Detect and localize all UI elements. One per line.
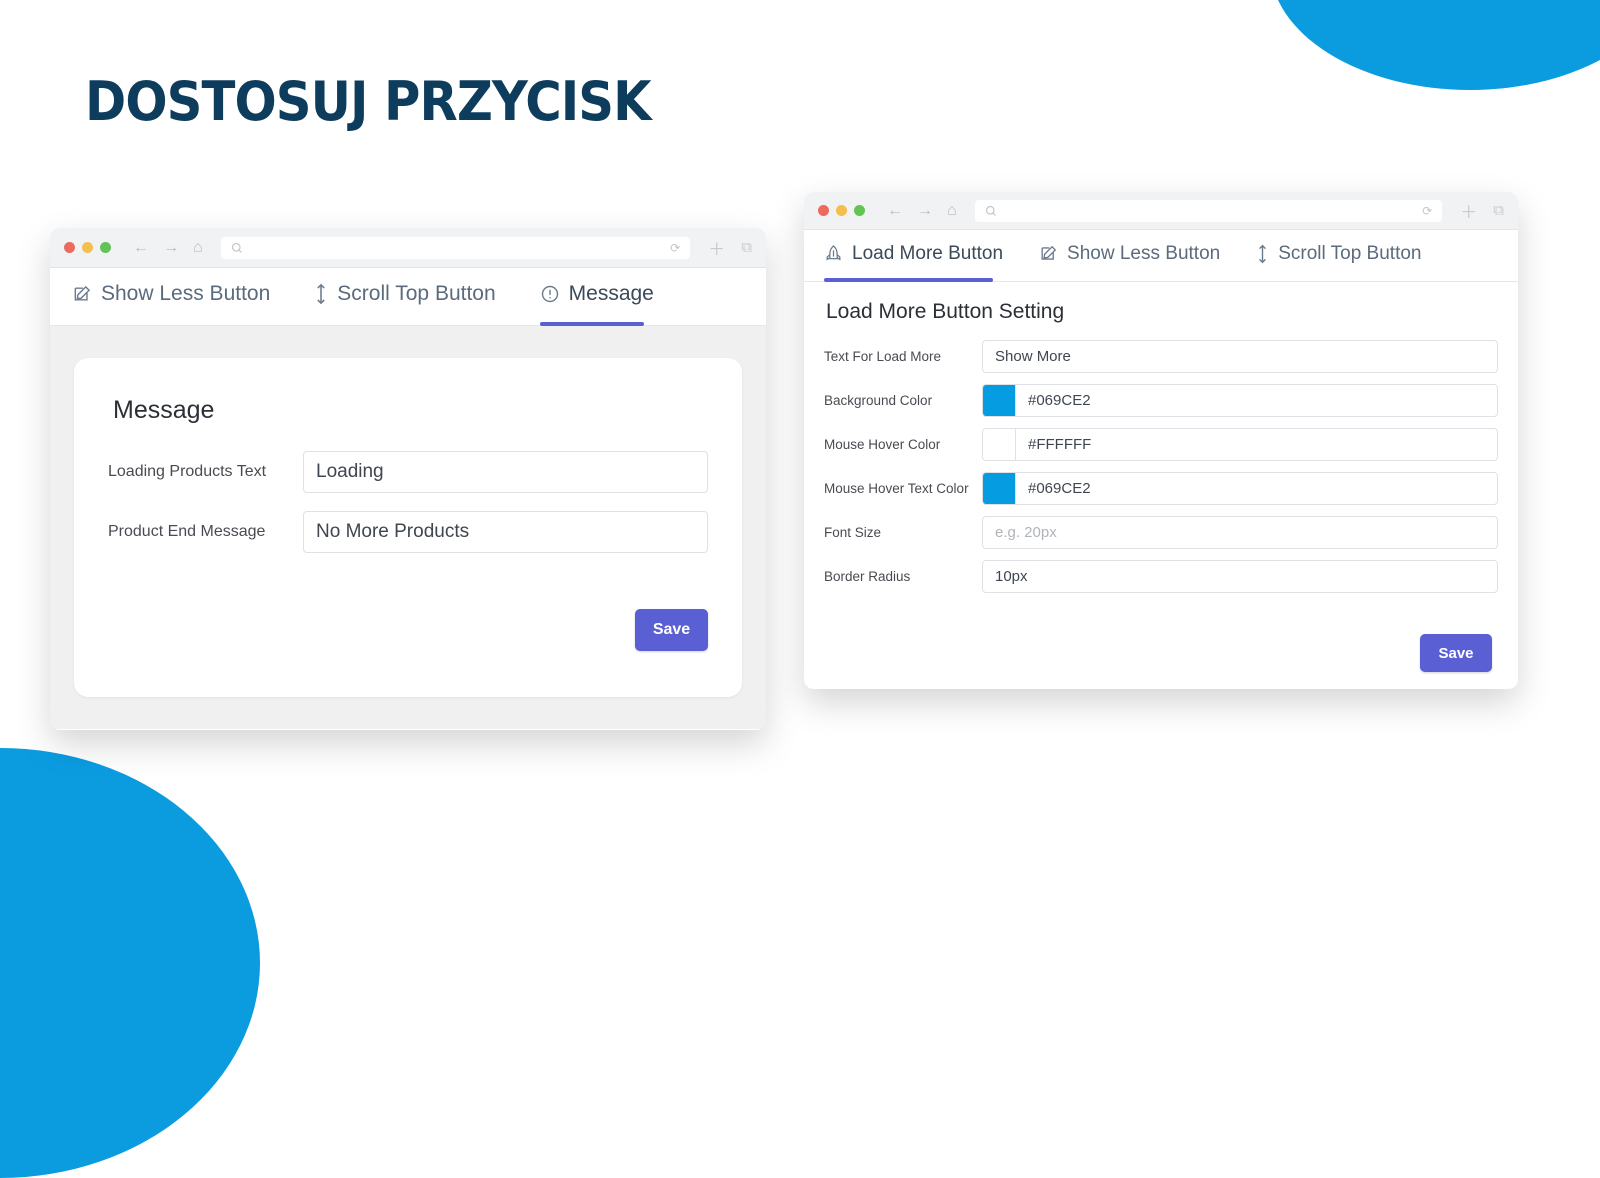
card-heading: Message — [113, 396, 215, 424]
field-label: Mouse Hover Text Color — [824, 481, 969, 496]
search-icon — [985, 205, 996, 216]
browser-window-left: ← → ⌂ ⟳ ＋ ⧉ Show Less Button Scroll Top … — [50, 228, 766, 730]
field-row-product-end-message: Product End Message No More Products — [108, 511, 708, 553]
field-label: Font Size — [824, 525, 882, 540]
input-placeholder: e.g. 20px — [995, 524, 1057, 541]
input-value: #069CE2 — [1028, 392, 1091, 409]
field-row-loading-products-text: Loading Products Text Loading — [108, 451, 708, 493]
text-for-load-more-input[interactable]: Show More — [982, 340, 1498, 373]
arrows-up-down-icon — [1259, 244, 1267, 263]
arrows-up-down-icon — [317, 283, 326, 305]
browser-chrome-right-actions: ＋ ⧉ — [708, 235, 752, 260]
search-icon — [231, 242, 242, 253]
reload-icon[interactable]: ⟳ — [1422, 204, 1432, 218]
exclamation-circle-icon — [541, 285, 558, 303]
color-swatch[interactable] — [983, 429, 1016, 460]
browser-chrome-right-actions: ＋ ⧉ — [1460, 198, 1504, 223]
field-label: Mouse Hover Color — [824, 437, 941, 452]
input-value: #FFFFFF — [1028, 436, 1092, 453]
browser-chrome-left: ← → ⌂ ⟳ ＋ ⧉ — [50, 228, 766, 268]
tab-show-less-button[interactable]: Show Less Button — [72, 269, 270, 325]
field-label: Loading Products Text — [108, 463, 267, 480]
border-radius-input[interactable]: 10px — [982, 560, 1498, 593]
maximize-window-dot[interactable] — [100, 242, 111, 253]
minimize-window-dot[interactable] — [82, 242, 93, 253]
minimize-window-dot[interactable] — [836, 205, 847, 216]
field-row-border-radius: Border Radius 10px — [824, 560, 1498, 593]
field-label: Text For Load More — [824, 349, 942, 364]
decorative-blue-circle-bottom-left — [0, 748, 260, 1178]
field-row-font-size: Font Size e.g. 20px — [824, 516, 1498, 549]
background-color-input[interactable]: #069CE2 — [982, 384, 1498, 417]
browser-nav-buttons: ← → ⌂ — [887, 202, 957, 219]
home-icon[interactable]: ⌂ — [947, 202, 957, 219]
input-value: No More Products — [316, 521, 470, 542]
plus-icon[interactable]: ＋ — [1460, 198, 1477, 223]
maximize-window-dot[interactable] — [854, 205, 865, 216]
pencil-square-icon — [74, 285, 91, 301]
tabstrip-right: Load More Button Show Less Button Scroll… — [804, 230, 1518, 282]
field-label: Product End Message — [108, 523, 266, 540]
rocket-icon — [826, 245, 841, 261]
tab-label: Scroll Top Button — [337, 282, 496, 305]
tab-load-more-button[interactable]: Load More Button — [824, 231, 1004, 282]
close-window-dot[interactable] — [818, 205, 829, 216]
save-button[interactable]: Save — [635, 609, 708, 651]
input-value: #069CE2 — [1028, 480, 1091, 497]
product-end-message-input[interactable]: No More Products — [303, 511, 708, 553]
duplicate-icon[interactable]: ⧉ — [1493, 202, 1504, 219]
input-value: 10px — [995, 568, 1028, 585]
forward-arrow-icon[interactable]: → — [917, 202, 933, 219]
tab-scroll-top-button[interactable]: Scroll Top Button — [314, 269, 496, 325]
tab-label: Show Less Button — [101, 282, 271, 305]
input-value: Loading — [316, 461, 384, 482]
field-label: Background Color — [824, 393, 933, 408]
home-icon[interactable]: ⌂ — [193, 239, 203, 256]
field-label: Border Radius — [824, 569, 911, 584]
url-bar[interactable]: ⟳ — [974, 199, 1443, 222]
pencil-square-icon — [1041, 245, 1057, 260]
tab-label: Show Less Button — [1067, 242, 1221, 264]
field-row-text-for-load-more: Text For Load More Show More — [824, 340, 1498, 373]
save-button[interactable]: Save — [1420, 634, 1492, 672]
field-row-mouse-hover-color: Mouse Hover Color #FFFFFF — [824, 428, 1498, 461]
mouse-hover-color-input[interactable]: #FFFFFF — [982, 428, 1498, 461]
back-arrow-icon[interactable]: ← — [133, 239, 149, 256]
back-arrow-icon[interactable]: ← — [887, 202, 903, 219]
input-value: Show More — [995, 348, 1071, 365]
page-title: DOSTOSUJ PRZYCISK — [85, 70, 652, 133]
browser-chrome-right: ← → ⌂ ⟳ ＋ ⧉ — [804, 192, 1518, 230]
decorative-blue-circle-top-right — [1270, 0, 1600, 90]
card-heading: Load More Button Setting — [826, 300, 1065, 323]
window-traffic-lights — [818, 205, 865, 216]
color-swatch[interactable] — [983, 385, 1016, 416]
color-swatch[interactable] — [983, 473, 1016, 504]
duplicate-icon[interactable]: ⧉ — [741, 239, 752, 256]
tab-label: Load More Button — [852, 242, 1004, 264]
reload-icon[interactable]: ⟳ — [670, 241, 680, 255]
tab-label: Scroll Top Button — [1278, 242, 1422, 264]
plus-icon[interactable]: ＋ — [708, 235, 725, 260]
field-row-background-color: Background Color #069CE2 — [824, 384, 1498, 417]
window-left-body: Message Loading Products Text Loading Pr… — [50, 326, 766, 729]
tab-message[interactable]: Message — [539, 269, 654, 326]
loading-products-text-input[interactable]: Loading — [303, 451, 708, 493]
tabstrip-left: Show Less Button Scroll Top Button Messa… — [50, 268, 766, 326]
browser-nav-buttons: ← → ⌂ — [133, 239, 203, 256]
tab-label: Message — [568, 282, 654, 305]
close-window-dot[interactable] — [64, 242, 75, 253]
tab-scroll-top-button[interactable]: Scroll Top Button — [1256, 231, 1422, 281]
font-size-input[interactable]: e.g. 20px — [982, 516, 1498, 549]
field-row-mouse-hover-text-color: Mouse Hover Text Color #069CE2 — [824, 472, 1498, 505]
forward-arrow-icon[interactable]: → — [163, 239, 179, 256]
message-settings-card: Message Loading Products Text Loading Pr… — [74, 358, 742, 697]
tab-show-less-button[interactable]: Show Less Button — [1039, 231, 1220, 281]
browser-window-right: ← → ⌂ ⟳ ＋ ⧉ Load More Button Show Less B… — [804, 192, 1518, 689]
window-traffic-lights — [64, 242, 111, 253]
url-bar[interactable]: ⟳ — [220, 236, 691, 259]
mouse-hover-text-color-input[interactable]: #069CE2 — [982, 472, 1498, 505]
window-right-body: Load More Button Setting Text For Load M… — [804, 282, 1518, 688]
